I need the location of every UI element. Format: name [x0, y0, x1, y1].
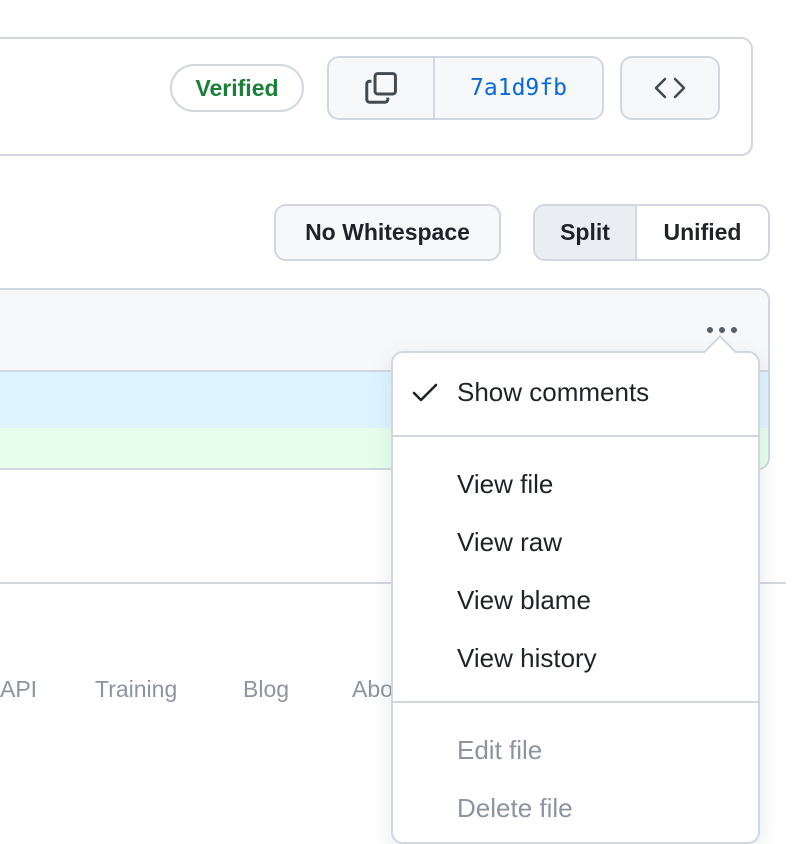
diff-view-toggle: Split Unified: [533, 204, 770, 261]
footer-link-blog[interactable]: Blog: [243, 676, 289, 703]
commit-diff-page: Verified 7a1d9fb No Whitespace Split Uni…: [0, 0, 792, 844]
footer-link-about[interactable]: Abo: [352, 676, 393, 703]
check-icon: [412, 383, 438, 402]
menu-item-view-blame[interactable]: View blame: [457, 585, 591, 616]
menu-item-show-comments[interactable]: Show comments: [457, 377, 649, 408]
split-view-button[interactable]: Split: [535, 206, 637, 259]
footer-link-api[interactable]: API: [0, 676, 37, 703]
code-icon: [654, 77, 686, 99]
copy-sha-button[interactable]: [329, 58, 435, 118]
browse-code-button[interactable]: [620, 56, 720, 120]
file-options-menu: Show comments View file View raw View bl…: [391, 351, 760, 844]
menu-item-view-file[interactable]: View file: [457, 469, 553, 500]
verified-badge[interactable]: Verified: [170, 64, 304, 112]
menu-item-view-history[interactable]: View history: [457, 643, 597, 674]
commit-sha-group: 7a1d9fb: [327, 56, 604, 120]
menu-divider: [393, 435, 758, 437]
kebab-horizontal-icon: [707, 327, 713, 333]
menu-item-edit-file: Edit file: [457, 735, 543, 765]
copy-icon: [365, 72, 397, 104]
no-whitespace-button[interactable]: No Whitespace: [274, 204, 501, 261]
kebab-dot: [719, 327, 725, 333]
menu-divider: [393, 701, 758, 703]
menu-item-view-raw[interactable]: View raw: [457, 527, 562, 558]
footer-link-training[interactable]: Training: [95, 676, 177, 703]
kebab-dot: [731, 327, 737, 333]
unified-view-button[interactable]: Unified: [637, 206, 768, 259]
menu-item-delete-file: Delete file: [457, 793, 573, 823]
commit-sha-link[interactable]: 7a1d9fb: [435, 58, 602, 118]
